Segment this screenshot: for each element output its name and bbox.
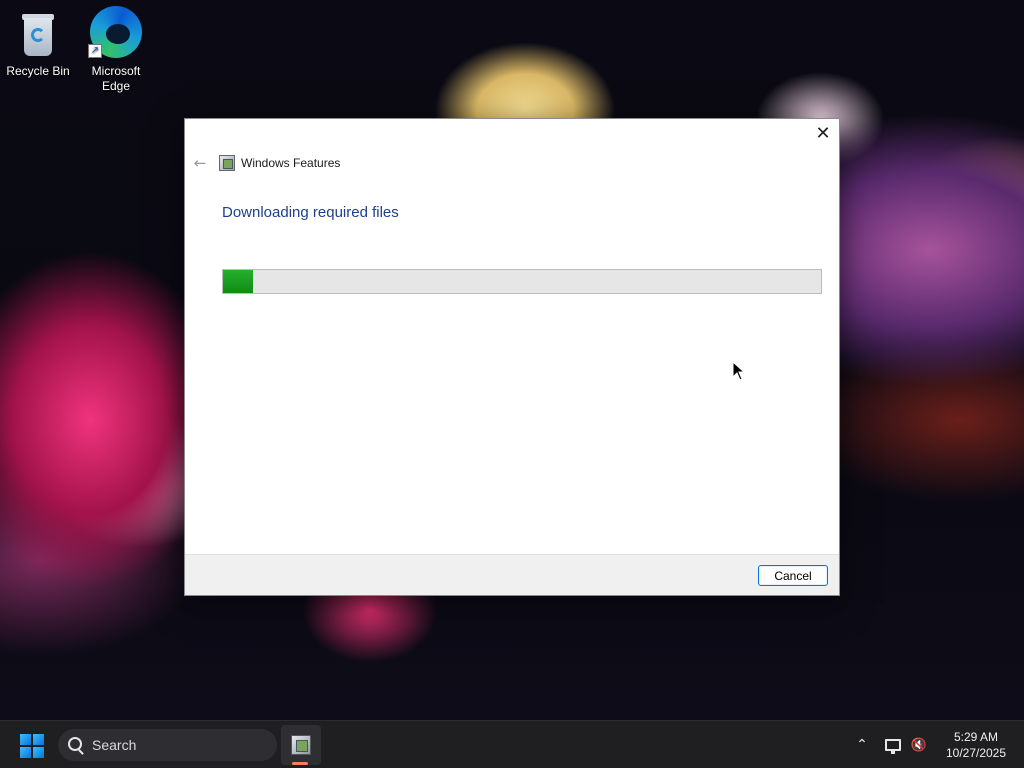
dialog-title: Windows Features — [241, 156, 341, 170]
shortcut-arrow-icon: ↗ — [88, 44, 102, 58]
search-placeholder: Search — [92, 737, 137, 753]
active-app-indicator — [292, 762, 308, 765]
dialog-titlebar: ← Windows Features — [191, 153, 341, 173]
close-button[interactable]: ✕ — [807, 119, 839, 147]
clock-date: 10/27/2025 — [945, 746, 1007, 760]
desktop-icon-label: Recycle Bin — [6, 64, 70, 78]
windows-features-icon — [291, 735, 311, 755]
edge-icon: ↗ — [88, 4, 144, 60]
download-progress-bar — [222, 269, 822, 294]
cancel-button[interactable]: Cancel — [758, 565, 828, 586]
back-arrow-icon: ← — [193, 154, 207, 172]
status-heading: Downloading required files — [222, 204, 399, 221]
network-icon — [885, 739, 901, 754]
mouse-cursor-icon — [732, 361, 746, 381]
volume-button[interactable]: 🔇 — [908, 721, 930, 768]
windows-features-dialog: ✕ ← Windows Features Downloading require… — [184, 118, 840, 596]
windows-features-icon — [219, 155, 235, 171]
desktop-icon-label: Microsoft Edge — [91, 64, 141, 93]
progress-fill — [223, 270, 253, 293]
start-button[interactable] — [20, 734, 44, 758]
show-hidden-icons-button[interactable]: ⌃ — [850, 721, 874, 768]
taskbar-search-box[interactable]: Search — [58, 729, 277, 761]
back-button[interactable]: ← — [191, 154, 209, 172]
close-icon: ✕ — [815, 122, 831, 144]
desktop-icon-edge[interactable]: ↗ Microsoft Edge — [78, 4, 154, 94]
desktop-icon-recycle-bin[interactable]: Recycle Bin — [0, 8, 76, 79]
recycle-bin-icon — [14, 8, 62, 60]
dialog-footer: Cancel — [185, 554, 839, 595]
network-button[interactable] — [882, 721, 904, 768]
speaker-muted-icon: 🔇 — [910, 737, 928, 753]
taskbar-app-windows-features[interactable] — [281, 725, 321, 765]
system-clock[interactable]: 5:29 AM 10/27/2025 — [938, 729, 1014, 761]
taskbar: Search ⌃ 🔇 5:29 AM 10/27/2025 — [0, 720, 1024, 768]
search-icon — [68, 737, 82, 751]
chevron-up-icon: ⌃ — [856, 737, 868, 753]
clock-time: 5:29 AM — [953, 730, 999, 744]
